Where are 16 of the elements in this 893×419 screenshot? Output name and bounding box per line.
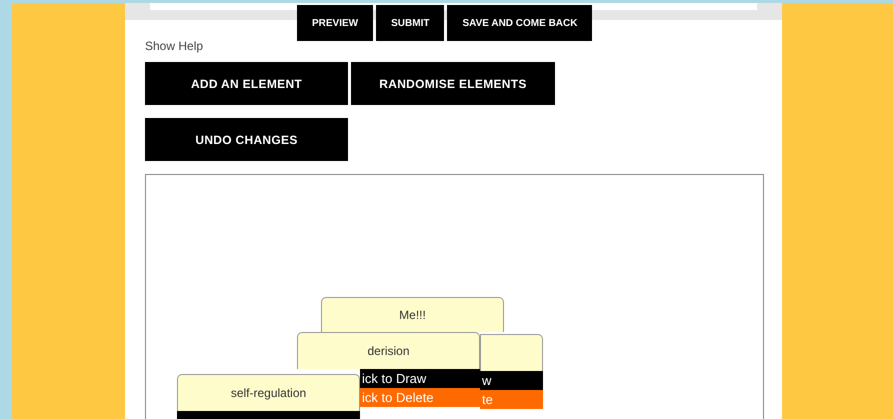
element-name: derision — [367, 344, 410, 358]
preview-button[interactable]: PREVIEW — [297, 5, 374, 41]
draw-button[interactable]: w — [480, 371, 543, 390]
element-card[interactable] — [480, 334, 543, 371]
element-name: self-regulation — [230, 386, 306, 400]
draw-button[interactable]: ick to Draw — [360, 369, 480, 388]
element-name: Me!!! — [399, 308, 426, 322]
submit-button[interactable]: SUBMIT — [376, 5, 444, 41]
randomise-button[interactable]: RANDOMISE ELEMENTS — [351, 62, 555, 105]
element-card[interactable]: derision — [297, 332, 480, 369]
save-button[interactable]: SAVE AND COME BACK — [447, 5, 592, 41]
help-link[interactable]: Show Help — [145, 39, 204, 53]
add-button[interactable]: ADD AN ELEMENT — [145, 62, 348, 105]
undo-button[interactable]: UNDO CHANGES — [145, 118, 348, 161]
element-card[interactable]: Me!!! — [321, 297, 504, 332]
element-card[interactable]: self-regulation — [177, 374, 360, 411]
